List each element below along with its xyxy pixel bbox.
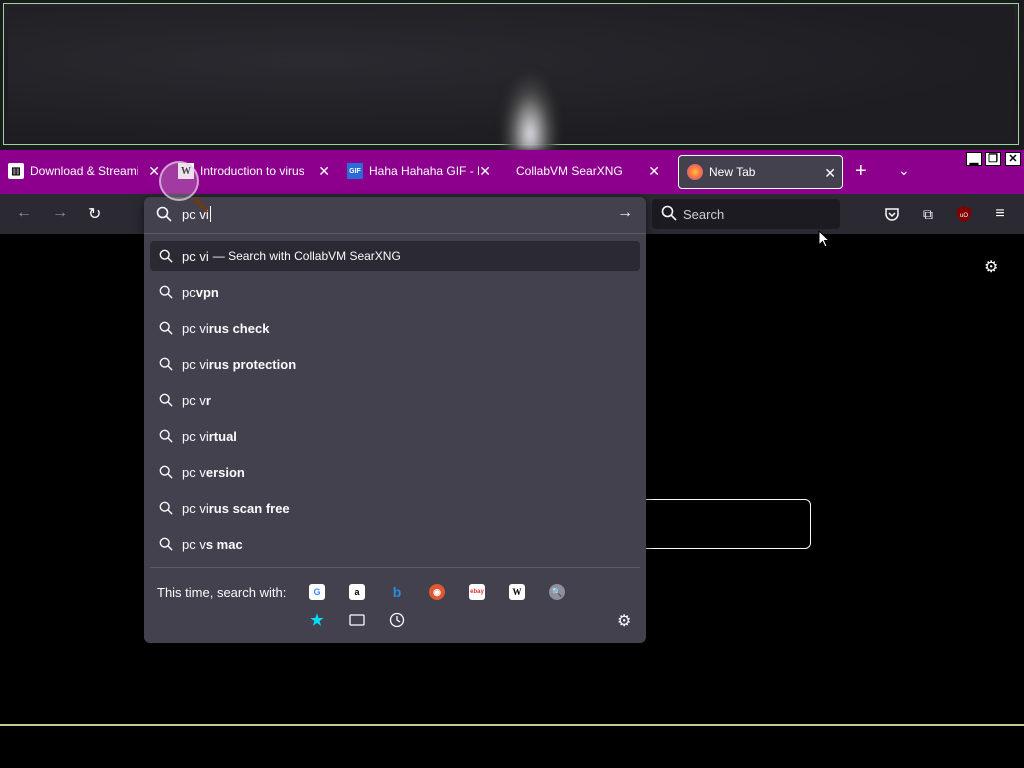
bing-engine-icon[interactable]: b — [389, 584, 405, 600]
tab-introduction-to-viruses[interactable]: W Introduction to viruses ✕ — [178, 154, 336, 188]
suggestion-typed-part: pc vi — [182, 356, 209, 372]
search-suggestion-row[interactable]: pc vi rus scan free — [150, 493, 640, 523]
list-all-tabs-chevron-icon[interactable]: ⌄ — [898, 162, 910, 179]
tab-title: New Tab — [709, 165, 756, 179]
suggestion-typed-part: pc — [182, 284, 196, 300]
search-placeholder: Search — [683, 207, 725, 222]
app-menu-hamburger-icon[interactable]: ≡ — [991, 205, 1009, 223]
wikipedia-engine-icon[interactable]: W — [509, 584, 525, 600]
extensions-puzzle-icon[interactable]: ⧉ — [919, 205, 937, 223]
suggestion-completion: s mac — [205, 536, 243, 552]
tab-title: Haha Hahaha GIF - Ha — [369, 164, 479, 178]
suggestion-search-with-engine[interactable]: pc vi — Search with CollabVM SearXNG — [150, 241, 640, 271]
tab-title: CollabVM SearXNG — [516, 164, 623, 178]
search-icon — [661, 205, 677, 226]
suggestion-completion: rtual — [208, 428, 237, 444]
new-tab-plus-icon[interactable]: + — [855, 160, 867, 183]
searxng-engine-icon[interactable]: 🔍 — [549, 584, 565, 600]
search-suggestion-row[interactable]: pc v ersion — [150, 457, 640, 487]
newtab-search-box[interactable] — [640, 499, 811, 549]
search-suggestion-row[interactable]: pc vi rus protection — [150, 349, 640, 379]
suggestion-completion: ersion — [205, 464, 245, 480]
minimize-icon[interactable]: ▁ — [966, 152, 982, 166]
duckduckgo-engine-icon[interactable]: ◉ — [429, 584, 445, 600]
close-tab-icon[interactable]: ✕ — [648, 163, 660, 180]
search-suggestion-row[interactable]: pc vs mac — [150, 529, 640, 559]
search-icon — [150, 285, 182, 299]
search-suggestion-row[interactable]: pc vi rtual — [150, 421, 640, 451]
newtab-settings-gear-icon[interactable]: ⚙ — [984, 257, 998, 277]
bottom-divider — [0, 724, 1024, 726]
close-tab-icon[interactable]: ✕ — [318, 163, 330, 180]
svg-text:uO: uO — [960, 213, 968, 219]
suggestion-typed-part: pc v — [182, 536, 206, 552]
archive-icon: ▥ — [8, 163, 24, 179]
suggestion-typed-part: pc vi — [182, 428, 209, 444]
text-caret — [210, 206, 211, 222]
back-arrow-icon[interactable]: ← — [16, 204, 32, 222]
urlbar-search-icon — [156, 206, 172, 227]
tab-bar: ▥ Download & Streaming ✕ W Introduction … — [0, 150, 1024, 194]
gif-icon: GIF — [347, 163, 363, 179]
bookmarks-star-icon[interactable]: ★ — [309, 612, 325, 629]
tab-title: Introduction to viruses — [200, 164, 304, 178]
tab-new-tab[interactable]: New Tab ✕ — [678, 155, 843, 189]
search-icon — [150, 357, 182, 371]
go-arrow-icon[interactable]: → — [617, 204, 633, 222]
tabs-icon[interactable] — [349, 612, 365, 628]
suggestion-action: — Search with CollabVM SearXNG — [212, 249, 401, 263]
magnifier-lens — [159, 161, 199, 201]
suggestion-completion: r — [205, 392, 211, 408]
suggestion-typed-part: pc v — [182, 392, 206, 408]
pocket-icon[interactable] — [883, 205, 901, 223]
suggestion-typed-part: pc vi — [182, 500, 209, 516]
search-icon — [150, 537, 182, 551]
tab-collabvm-searxng[interactable]: CollabVM SearXNG ✕ — [516, 154, 666, 188]
suggestion-completion: rus check — [208, 320, 270, 336]
tab-title: Download & Streaming — [30, 164, 138, 178]
amazon-engine-icon[interactable]: a — [349, 584, 365, 600]
search-icon — [150, 465, 182, 479]
suggestion-typed-part: pc v — [182, 464, 206, 480]
suggestion-completion: rus protection — [208, 356, 297, 372]
search-icon — [150, 429, 182, 443]
reload-icon[interactable]: ↻ — [88, 204, 101, 224]
suggestion-text: pc vi — [182, 248, 209, 264]
blurred-figure — [500, 70, 560, 150]
urlbar[interactable] — [144, 197, 646, 234]
divider — [150, 567, 640, 568]
search-settings-gear-icon[interactable]: ⚙ — [617, 611, 631, 631]
tab-download-streaming[interactable]: ▥ Download & Streaming ✕ — [8, 154, 166, 188]
close-tab-icon[interactable]: ✕ — [824, 165, 836, 182]
search-suggestion-row[interactable]: pc vr — [150, 385, 640, 415]
suggestion-completion: rus scan free — [208, 500, 290, 516]
forward-arrow-icon[interactable]: → — [52, 204, 68, 222]
search-suggestion-row[interactable]: pc vpn — [150, 277, 640, 307]
history-clock-icon[interactable] — [389, 612, 405, 628]
ebay-engine-icon[interactable]: ebay — [469, 584, 485, 600]
search-icon — [150, 321, 182, 335]
close-window-icon[interactable]: ✕ — [1005, 152, 1021, 166]
close-tab-icon[interactable]: ✕ — [479, 163, 491, 180]
suggestion-completion: vpn — [195, 284, 219, 300]
one-off-label: This time, search with: — [157, 585, 287, 600]
search-bar[interactable] — [652, 199, 840, 229]
search-icon — [150, 393, 182, 407]
google-engine-icon[interactable]: G — [309, 584, 325, 600]
suggestion-typed-part: pc vi — [182, 320, 209, 336]
mouse-cursor-icon — [818, 229, 831, 253]
firefox-icon — [687, 164, 703, 180]
search-icon — [150, 249, 182, 263]
ublock-origin-icon[interactable]: uO — [955, 205, 973, 223]
restore-icon[interactable]: ❐ — [985, 152, 1001, 166]
search-icon — [150, 501, 182, 515]
search-suggestion-row[interactable]: pc vi rus check — [150, 313, 640, 343]
tab-haha-gif[interactable]: GIF Haha Hahaha GIF - Ha ✕ — [347, 154, 497, 188]
